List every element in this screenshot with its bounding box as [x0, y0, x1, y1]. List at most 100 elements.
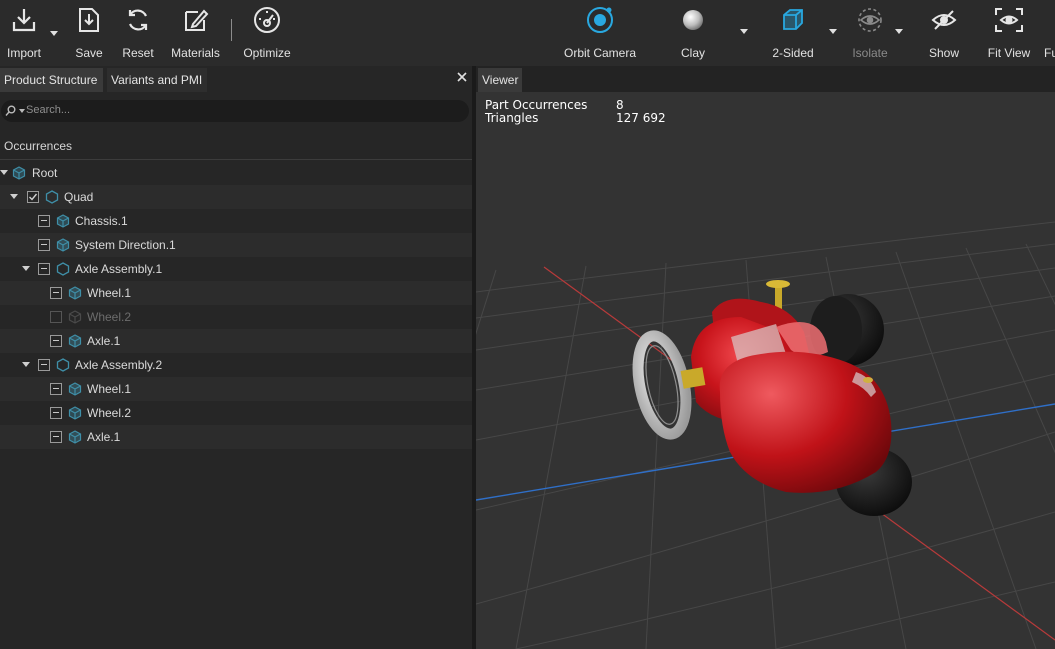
scene-stats: Part Occurrences 8 Triangles 127 692 — [485, 99, 666, 125]
3d-viewport[interactable]: Part Occurrences 8 Triangles 127 692 — [476, 92, 1055, 649]
tree-item-label: Quad — [64, 190, 94, 204]
cube-icon — [68, 286, 82, 300]
cube-icon — [68, 430, 82, 444]
visibility-checkbox[interactable] — [50, 287, 62, 299]
cube-outline-icon — [779, 0, 807, 40]
tree-item-label: Axle.1 — [87, 334, 121, 348]
materials-label: Materials — [171, 46, 220, 60]
isolate-dropdown-caret[interactable] — [895, 29, 903, 34]
partial-mark — [53, 436, 59, 437]
viewer-tabbar: Viewer — [476, 66, 1055, 92]
tree-row[interactable]: Wheel.1 — [0, 281, 472, 305]
show-button[interactable]: Show — [926, 0, 962, 66]
tree-row[interactable]: Wheel.1 — [0, 377, 472, 401]
import-dropdown-caret[interactable] — [50, 31, 58, 36]
visibility-checkbox[interactable] — [50, 335, 62, 347]
search-field[interactable]: Search... — [1, 100, 469, 122]
visibility-checkbox[interactable] — [50, 407, 62, 419]
isolate-eye-icon — [855, 0, 885, 40]
tab-viewer[interactable]: Viewer — [478, 68, 523, 92]
visibility-checkbox[interactable] — [38, 239, 50, 251]
clay-dropdown-caret[interactable] — [740, 29, 748, 34]
reset-button[interactable]: Reset — [118, 0, 158, 66]
tree-item-label: Wheel.1 — [87, 382, 132, 396]
left-panel-tabs: Product Structure Variants and PMI — [0, 68, 472, 92]
orbit-camera-label: Orbit Camera — [563, 46, 637, 60]
fullscreen-label: Fu — [1044, 46, 1055, 60]
optimize-label: Optimize — [243, 46, 291, 60]
save-icon — [76, 0, 102, 40]
search-icon — [5, 105, 16, 120]
save-button[interactable]: Save — [70, 0, 108, 66]
visibility-checkbox[interactable] — [27, 191, 39, 203]
tab-variants-and-pmi[interactable]: Variants and PMI — [107, 68, 207, 92]
quad-model — [632, 280, 912, 516]
tree-row[interactable]: Wheel.2 — [0, 401, 472, 425]
partial-mark — [41, 364, 47, 365]
tree-item-label: Axle Assembly.2 — [75, 358, 163, 372]
tree-row[interactable]: Axle.1 — [0, 425, 472, 449]
orbit-camera-button[interactable]: Orbit Camera — [562, 0, 638, 66]
main-toolbar: Import Save Reset Materials Optimize Orb… — [0, 0, 1055, 66]
paintbrush-icon — [182, 0, 210, 40]
partial-mark — [53, 292, 59, 293]
tree-row[interactable]: Axle Assembly.1 — [0, 257, 472, 281]
left-panel: Product Structure Variants and PMI Searc… — [0, 66, 472, 649]
visibility-checkbox[interactable] — [50, 383, 62, 395]
fit-view-icon — [994, 0, 1024, 40]
two-sided-button[interactable]: 2-Sided — [770, 0, 816, 66]
visibility-checkbox[interactable] — [38, 359, 50, 371]
isolate-label: Isolate — [852, 46, 888, 60]
partial-mark — [41, 220, 47, 221]
tab-product-structure[interactable]: Product Structure — [0, 68, 103, 92]
cube-icon — [56, 238, 70, 252]
hexagon-icon — [56, 262, 70, 276]
partial-mark — [41, 268, 47, 269]
partial-mark — [41, 244, 47, 245]
materials-button[interactable]: Materials — [168, 0, 223, 66]
eye-slash-icon — [930, 0, 958, 40]
cube-icon — [68, 382, 82, 396]
refresh-icon — [124, 0, 152, 40]
show-label: Show — [928, 46, 960, 60]
expand-toggle-icon[interactable] — [22, 362, 30, 367]
hood — [719, 351, 892, 493]
gauge-icon — [252, 0, 282, 40]
visibility-checkbox[interactable] — [38, 263, 50, 275]
search-placeholder: Search... — [26, 104, 71, 116]
tree-row[interactable]: Chassis.1 — [0, 209, 472, 233]
optimize-button[interactable]: Optimize — [240, 0, 294, 66]
tree-row[interactable]: Root — [0, 161, 472, 185]
tree-row[interactable]: Wheel.2 — [0, 305, 472, 329]
visibility-checkbox[interactable] — [50, 431, 62, 443]
orbit-camera-icon — [585, 0, 615, 40]
close-panel-icon[interactable] — [455, 70, 469, 84]
tree-row[interactable]: Axle.1 — [0, 329, 472, 353]
fullscreen-button-partial[interactable]: Fu — [1044, 0, 1055, 66]
partial-mark — [53, 340, 59, 341]
tree-item-label: Wheel.2 — [87, 406, 132, 420]
isolate-button[interactable]: Isolate — [850, 0, 890, 66]
expand-toggle-icon[interactable] — [10, 194, 18, 199]
search-options-caret[interactable] — [19, 109, 25, 113]
cube-icon — [68, 310, 82, 324]
expand-toggle-icon[interactable] — [22, 266, 30, 271]
tree-item-label: System Direction.1 — [75, 238, 176, 252]
expand-toggle-icon[interactable] — [0, 170, 8, 175]
import-icon — [10, 0, 38, 40]
tree-item-label: Axle.1 — [87, 430, 121, 444]
tree-item-label: Wheel.1 — [87, 286, 132, 300]
import-button[interactable]: Import — [0, 0, 48, 66]
stat-row-triangles: Triangles 127 692 — [485, 111, 666, 125]
two-sided-label: 2-Sided — [772, 46, 814, 60]
tree-row[interactable]: Axle Assembly.2 — [0, 353, 472, 377]
fit-view-button[interactable]: Fit View — [985, 0, 1033, 66]
two-sided-dropdown-caret[interactable] — [829, 29, 837, 34]
tree-row[interactable]: System Direction.1 — [0, 233, 472, 257]
partial-mark — [53, 388, 59, 389]
import-label: Import — [6, 46, 41, 60]
visibility-checkbox[interactable] — [38, 215, 50, 227]
clay-button[interactable]: Clay — [676, 0, 710, 66]
visibility-checkbox[interactable] — [50, 311, 62, 323]
tree-row[interactable]: Quad — [0, 185, 472, 209]
